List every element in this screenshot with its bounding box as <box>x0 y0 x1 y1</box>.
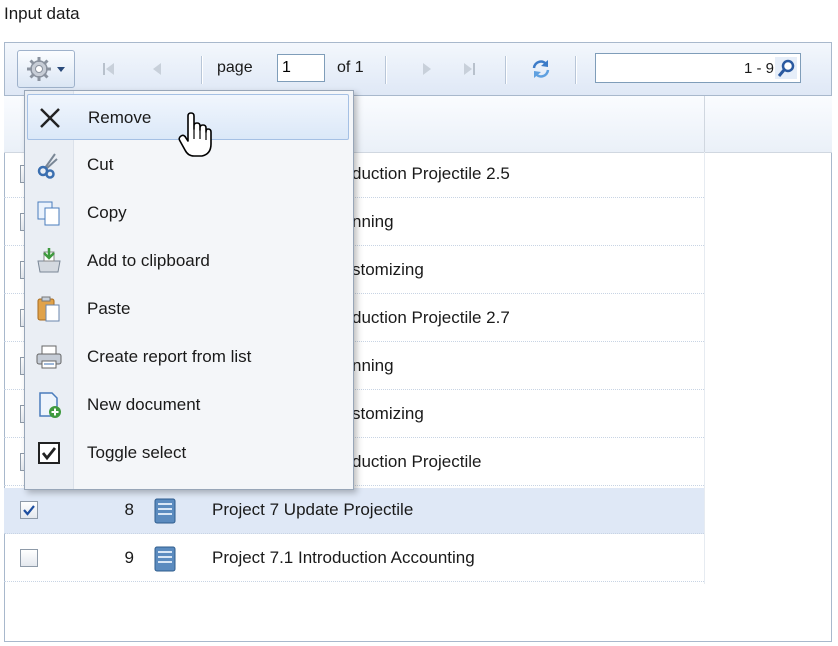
page-number-input[interactable] <box>277 54 325 82</box>
actions-menu-button[interactable] <box>17 50 75 88</box>
column-divider <box>704 152 705 584</box>
gear-icon <box>26 57 51 81</box>
toolbar-separator <box>505 56 507 84</box>
document-icon <box>154 546 176 572</box>
checkbox-icon <box>38 442 60 464</box>
refresh-icon <box>532 60 550 78</box>
page-count-label: of 1 <box>337 59 364 76</box>
close-icon <box>40 108 60 128</box>
row-project-name: nning <box>352 356 394 375</box>
row-project-name: Project 7 Update Projectile <box>212 500 414 519</box>
row-project-name: duction Projectile 2.7 <box>352 308 510 327</box>
toolbar-separator <box>201 56 203 84</box>
search-button[interactable] <box>775 57 797 79</box>
menu-item-paste[interactable]: Paste <box>27 286 349 332</box>
search-icon <box>775 57 797 79</box>
menu-item-toggle-select[interactable]: Toggle select <box>27 430 349 476</box>
row-checkbox[interactable] <box>20 549 38 567</box>
toolbar-separator <box>385 56 387 84</box>
menu-item-create-report[interactable]: Create report from list <box>27 334 349 380</box>
row-number: 8 <box>124 500 134 519</box>
menu-item-label: Create report from list <box>87 347 252 366</box>
search-field[interactable]: 1 - 9 <box>595 53 801 83</box>
printer-icon <box>36 345 62 369</box>
scissors-icon <box>37 153 58 179</box>
chevron-down-icon <box>56 67 65 72</box>
document-icon <box>154 498 176 524</box>
menu-item-label: Paste <box>87 299 131 318</box>
paging-toolbar: page of 1 1 - 9 <box>4 42 832 96</box>
paste-icon <box>37 296 60 322</box>
first-page-icon <box>103 63 114 75</box>
next-page-button[interactable] <box>415 57 439 81</box>
menu-item-label: Remove <box>88 108 152 127</box>
panel-title: Input data <box>4 4 80 23</box>
page-label: page <box>217 59 253 76</box>
toolbar-separator <box>575 56 577 84</box>
menu-item-label: Add to clipboard <box>87 251 210 270</box>
column-divider <box>704 96 705 152</box>
prev-page-icon <box>153 63 161 75</box>
menu-item-label: New document <box>87 395 201 414</box>
menu-item-label: Toggle select <box>87 443 187 462</box>
table-row[interactable]: 8 Project 7 Update Projectile <box>4 488 704 534</box>
check-icon <box>23 505 35 516</box>
row-project-name: stomizing <box>352 260 424 279</box>
next-page-icon <box>423 63 431 75</box>
row-checkbox[interactable] <box>20 501 38 519</box>
menu-item-label: Copy <box>87 203 127 222</box>
menu-item-copy[interactable]: Copy <box>27 190 349 236</box>
row-project-name: nning <box>352 212 394 231</box>
row-project-name: stomizing <box>352 404 424 423</box>
menu-item-new-document[interactable]: New document <box>27 382 349 428</box>
new-document-icon <box>39 392 61 418</box>
row-project-name: duction Projectile 2.5 <box>352 164 510 183</box>
first-page-button[interactable] <box>97 57 121 81</box>
row-number: 9 <box>124 548 134 567</box>
last-page-button[interactable] <box>457 57 481 81</box>
last-page-icon <box>464 63 475 75</box>
refresh-button[interactable] <box>527 55 555 83</box>
copy-icon <box>37 201 60 226</box>
clipboard-add-icon <box>37 248 61 273</box>
record-count: 1 - 9 <box>743 60 774 77</box>
prev-page-button[interactable] <box>145 57 169 81</box>
menu-item-label: Cut <box>87 155 114 174</box>
menu-item-add-to-clipboard[interactable]: Add to clipboard <box>27 238 349 284</box>
hand-cursor-icon <box>178 112 212 157</box>
row-project-name: duction Projectile <box>352 452 482 471</box>
table-row[interactable]: 9 Project 7.1 Introduction Accounting <box>4 536 704 582</box>
row-project-name: Project 7.1 Introduction Accounting <box>212 548 475 567</box>
